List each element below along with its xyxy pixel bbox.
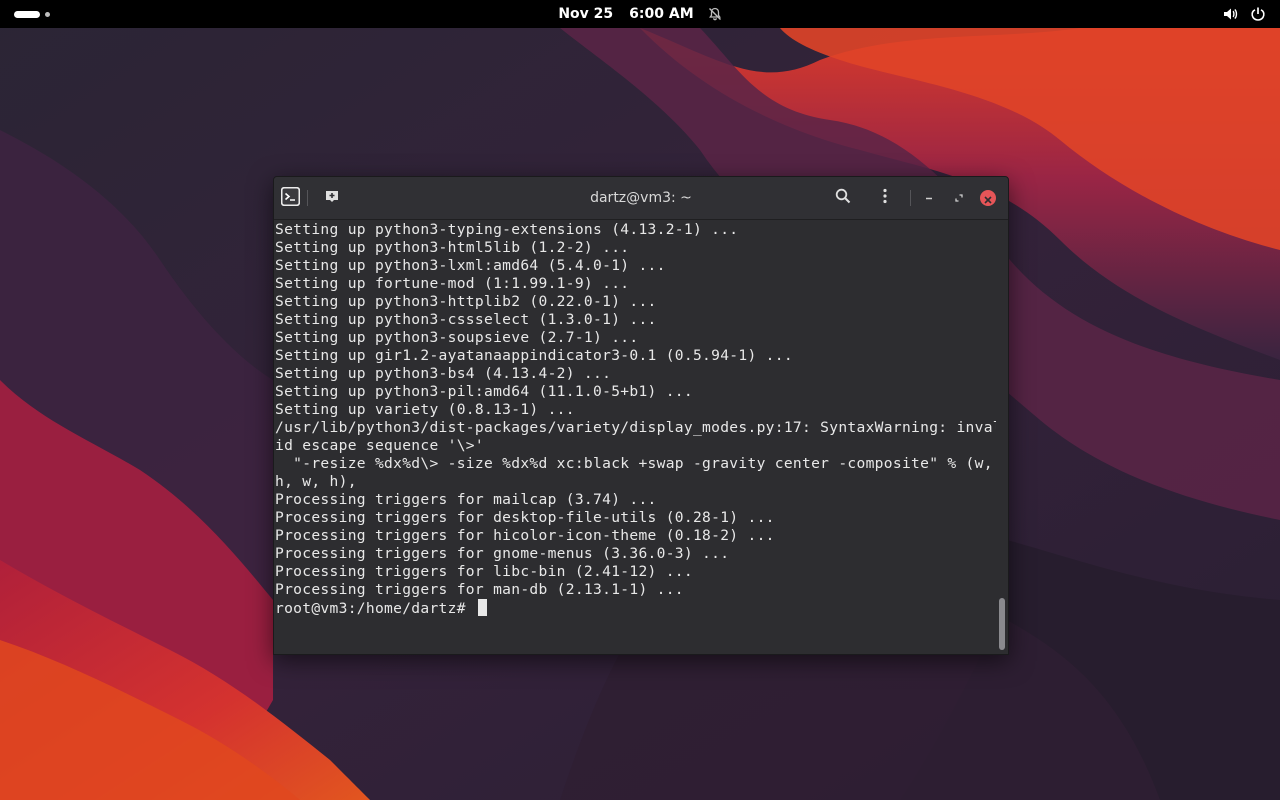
terminal-line: Setting up python3-pil:amd64 (11.1.0-5+b… <box>275 383 693 400</box>
minimize-button[interactable] <box>918 187 940 209</box>
terminal-line: /usr/lib/python3/dist-packages/variety/d… <box>275 419 1002 436</box>
terminal-line: Setting up variety (0.8.13-1) ... <box>275 401 575 418</box>
power-icon <box>1250 6 1266 22</box>
clock-date: Nov 25 <box>558 6 614 22</box>
terminal-output[interactable]: Setting up python3-typing-extensions (4.… <box>274 220 1002 654</box>
terminal-line: Setting up python3-soupsieve (2.7-1) ... <box>275 329 639 346</box>
text-cursor <box>477 599 487 616</box>
terminal-line: Processing triggers for libc-bin (2.41-1… <box>275 563 693 580</box>
terminal-line: Processing triggers for desktop-file-uti… <box>275 509 775 526</box>
close-button[interactable] <box>980 190 996 206</box>
kebab-menu-icon <box>877 188 893 208</box>
terminal-window[interactable]: dartz@vm3: ~ Setting up python3-typing-e… <box>273 176 1009 655</box>
scrollbar-thumb[interactable] <box>999 598 1005 650</box>
terminal-line: Setting up python3-html5lib (1.2-2) ... <box>275 239 630 256</box>
close-icon <box>984 189 992 208</box>
activities-button[interactable] <box>14 10 50 18</box>
terminal-line: Processing triggers for hicolor-icon-the… <box>275 527 775 544</box>
system-menu-button[interactable] <box>1222 5 1266 23</box>
top-bar: Nov 25 6:00 AM <box>0 0 1280 28</box>
new-tab-icon <box>324 188 340 208</box>
volume-icon <box>1222 6 1238 22</box>
terminal-line: Setting up fortune-mod (1:1.99.1-9) ... <box>275 275 630 292</box>
clock-button[interactable]: Nov 25 6:00 AM <box>558 6 721 22</box>
workspace-indicator <box>45 11 50 17</box>
notifications-disabled-icon <box>708 7 722 21</box>
maximize-icon <box>953 189 965 208</box>
menu-button[interactable] <box>874 187 896 209</box>
terminal-line: "-resize %dx%d\> -size %dx%d xc:black +s… <box>275 455 993 472</box>
active-workspace-indicator <box>14 10 40 18</box>
new-tab-button[interactable] <box>321 187 343 209</box>
clock-time: 6:00 AM <box>629 6 694 22</box>
terminal-titlebar[interactable]: dartz@vm3: ~ <box>274 177 1008 220</box>
terminal-line: Setting up gir1.2-ayatanaappindicator3-0… <box>275 347 793 364</box>
toolbar-separator <box>910 190 911 206</box>
terminal-icon[interactable] <box>281 187 300 206</box>
terminal-line: Setting up python3-lxml:amd64 (5.4.0-1) … <box>275 257 666 274</box>
terminal-line: Setting up python3-httplib2 (0.22.0-1) .… <box>275 293 657 310</box>
terminal-line: Setting up python3-cssselect (1.3.0-1) .… <box>275 311 657 328</box>
maximize-button[interactable] <box>948 187 970 209</box>
search-icon <box>835 188 851 208</box>
terminal-line: Processing triggers for gnome-menus (3.3… <box>275 545 730 562</box>
toolbar-separator <box>307 190 308 206</box>
window-title: dartz@vm3: ~ <box>590 190 692 206</box>
terminal-scrollbar[interactable] <box>996 220 1008 654</box>
terminal-line: h, w, h), <box>275 473 357 490</box>
terminal-line: id escape sequence '\>' <box>275 437 484 454</box>
prompt-line[interactable]: root@vm3:/home/dartz# <box>275 599 997 617</box>
minimize-icon <box>923 189 935 208</box>
terminal-line: Processing triggers for mailcap (3.74) .… <box>275 491 657 508</box>
terminal-line: Processing triggers for man-db (2.13.1-1… <box>275 581 684 598</box>
shell-prompt: root@vm3:/home/dartz# <box>275 600 475 617</box>
terminal-line: Setting up python3-bs4 (4.13.4-2) ... <box>275 365 612 382</box>
terminal-text: Setting up python3-typing-extensions (4.… <box>275 221 1002 617</box>
search-button[interactable] <box>832 187 854 209</box>
terminal-line: Setting up python3-typing-extensions (4.… <box>275 221 739 238</box>
